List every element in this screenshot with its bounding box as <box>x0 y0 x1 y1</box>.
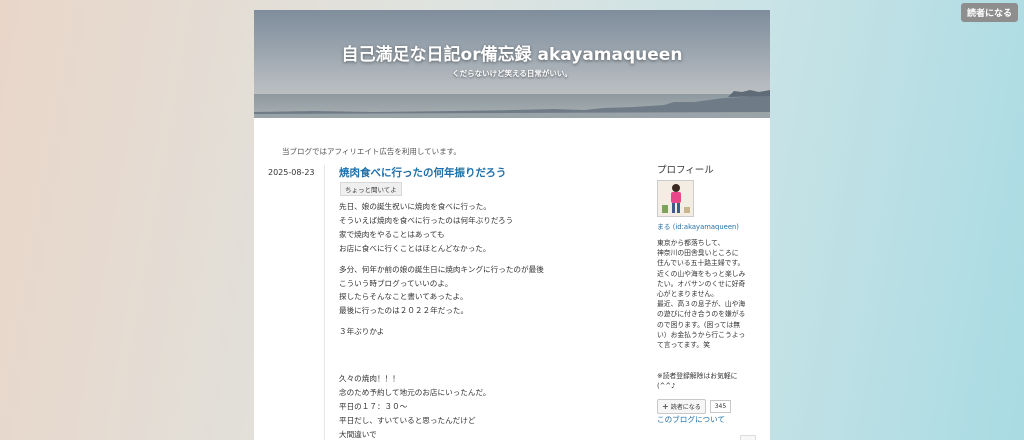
blog-description: くだらないけど笑える日常がいい。 <box>452 69 572 78</box>
scroll-handle[interactable] <box>740 435 756 440</box>
entry-text-line: 家で焼肉をやることはあっても <box>339 229 445 239</box>
entry-body: 先日、娘の誕生祝いに焼肉を食べに行った。 そういえば焼肉を食べに行ったのは何年ぶ… <box>339 200 579 440</box>
profile-text-line: 神奈川の田舎臭いところに <box>657 249 739 258</box>
profile-heading: プロフィール <box>657 165 714 176</box>
profile-text-line: 最近、高３の息子が、山や海 <box>657 300 746 309</box>
header-landscape <box>254 90 770 118</box>
subscribe-button[interactable]: 読者になる <box>960 3 1018 22</box>
profile-text-line: の遊びに付き合うのを嫌がる <box>657 310 746 319</box>
entry-text-line: 平日だし、すいていると思ったんだけど <box>339 415 476 425</box>
entry-text-line: 久々の焼肉！！！ <box>339 374 400 384</box>
sidebar-subscribe-button[interactable]: + 読者になる <box>657 399 706 414</box>
entry-category[interactable]: ちょっと聞いてよ <box>340 182 402 196</box>
profile-text-line: 東京から都落ちして、 <box>657 239 725 247</box>
entry-divider <box>324 165 325 440</box>
reader-widget: + 読者になる 345 <box>657 399 732 414</box>
entry-text-line: 先日、娘の誕生祝いに焼肉を食べに行った。 <box>339 202 491 211</box>
entry-text-line: ３年ぶりかよ <box>339 327 385 337</box>
blog-header: 自己満足な日記or備忘録 akayamaqueen くだらないけど笑える日常がい… <box>254 10 770 118</box>
profile-text-line: 近くの山や海をもっと楽しみ <box>657 269 746 278</box>
entry-text-line: 多分、何年か前の娘の誕生日に焼肉キングに行ったのが最後 <box>339 264 544 274</box>
entry-text-line: 最後に行ったのは２０２２年だった。 <box>339 306 469 316</box>
profile-text-line: 心がとまりません。 <box>657 290 718 299</box>
profile-text-line: たい。オバサンのくせに好奇 <box>657 279 746 288</box>
avatar-figure <box>658 181 693 216</box>
entry-text-line: 大間違いで <box>339 429 377 439</box>
entry-text-line: 平日の１７：３０～ <box>339 401 408 411</box>
entry-title[interactable]: 焼肉食べに行ったの何年振りだろう <box>339 165 506 180</box>
profile-text-line: 住んでいる五十路主婦です。 <box>657 259 745 268</box>
plus-icon: + <box>662 402 669 411</box>
unsubscribe-note: ※読者登録解除はお気軽に(^^♪ <box>657 372 738 390</box>
profile-text-line: て言ってます。笑 <box>657 341 711 350</box>
entry-text-line: こういう時ブログっていいのよ。 <box>339 278 453 288</box>
sidebar: プロフィール まる (id:akayamaqueen) 東京から都落ちして、 神… <box>657 162 757 424</box>
about-blog-link[interactable]: このブログについて <box>657 414 725 425</box>
profile-description: 東京から都落ちして、 神奈川の田舎臭いところに 住んでいる五十路主婦です。 近く… <box>657 238 753 350</box>
profile-name-link[interactable]: まる (id:akayamaqueen) <box>657 221 739 231</box>
affiliate-notice: 当ブログではアフィリエイト広告を利用しています。 <box>282 147 461 156</box>
entry-text-line: 探したらそんなこと書いてあったよ。 <box>339 292 468 302</box>
profile-text-line: い）お金払うから行こうよっ <box>657 330 746 339</box>
entry-text-line: 念のため予約して地元のお店にいったんだ。 <box>339 388 491 398</box>
entry-text-line: そういえば焼肉を食べに行ったのは何年ぶりだろう <box>339 215 514 225</box>
profile-avatar-icon[interactable] <box>657 180 694 217</box>
entry-text-line: お店に食べに行くことはほとんどなかった。 <box>339 243 491 253</box>
sidebar-subscribe-label: 読者になる <box>670 404 701 411</box>
blog-title[interactable]: 自己満足な日記or備忘録 akayamaqueen <box>254 40 770 65</box>
blog-container: 自己満足な日記or備忘録 akayamaqueen くだらないけど笑える日常がい… <box>254 10 770 440</box>
profile-text-line: ので困ります。(困っては無 <box>657 320 741 329</box>
reader-count[interactable]: 345 <box>709 400 732 413</box>
entry-date[interactable]: 2025-08-23 <box>268 168 315 177</box>
